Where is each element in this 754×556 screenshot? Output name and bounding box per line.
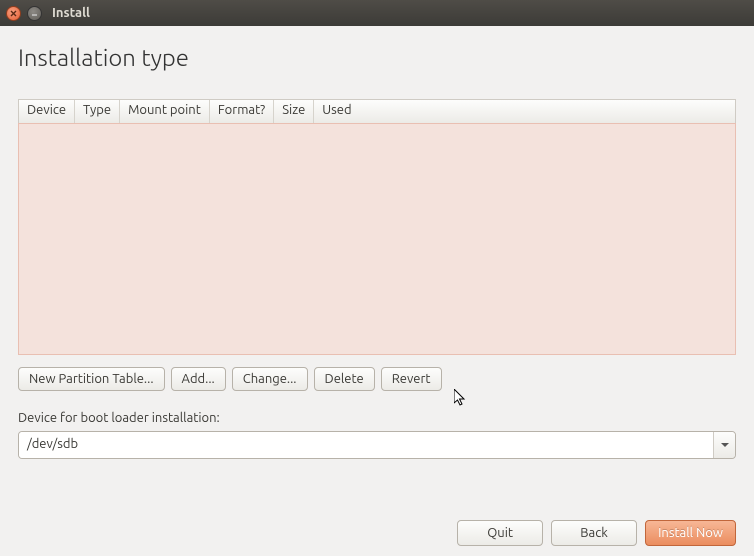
bootloader-device-value: /dev/sdb [19, 432, 713, 458]
chevron-down-icon[interactable] [713, 432, 735, 458]
footer-buttons: Quit Back Install Now [18, 508, 736, 546]
install-now-button[interactable]: Install Now [645, 520, 736, 546]
page-title: Installation type [18, 44, 736, 71]
content-area: Installation type Device Type Mount poin… [0, 26, 754, 556]
partition-toolbar: New Partition Table... Add... Change... … [18, 367, 736, 391]
column-device[interactable]: Device [19, 100, 75, 123]
revert-button[interactable]: Revert [381, 367, 442, 391]
partition-table: Device Type Mount point Format? Size Use… [18, 99, 736, 355]
change-button[interactable]: Change... [232, 367, 308, 391]
back-button[interactable]: Back [551, 520, 637, 546]
new-partition-table-button[interactable]: New Partition Table... [18, 367, 165, 391]
quit-button[interactable]: Quit [457, 520, 543, 546]
minimize-icon[interactable] [27, 6, 42, 21]
bootloader-device-select[interactable]: /dev/sdb [18, 431, 736, 459]
window-title: Install [52, 6, 90, 20]
column-format[interactable]: Format? [210, 100, 274, 123]
titlebar: Install [0, 0, 754, 26]
column-size[interactable]: Size [274, 100, 314, 123]
delete-button[interactable]: Delete [314, 367, 375, 391]
table-body-empty[interactable] [18, 123, 736, 355]
table-header-row: Device Type Mount point Format? Size Use… [19, 100, 735, 124]
bootloader-label: Device for boot loader installation: [18, 411, 736, 425]
close-icon[interactable] [6, 6, 21, 21]
add-button[interactable]: Add... [171, 367, 226, 391]
column-used[interactable]: Used [314, 100, 735, 123]
column-type[interactable]: Type [75, 100, 120, 123]
column-mount-point[interactable]: Mount point [120, 100, 210, 123]
